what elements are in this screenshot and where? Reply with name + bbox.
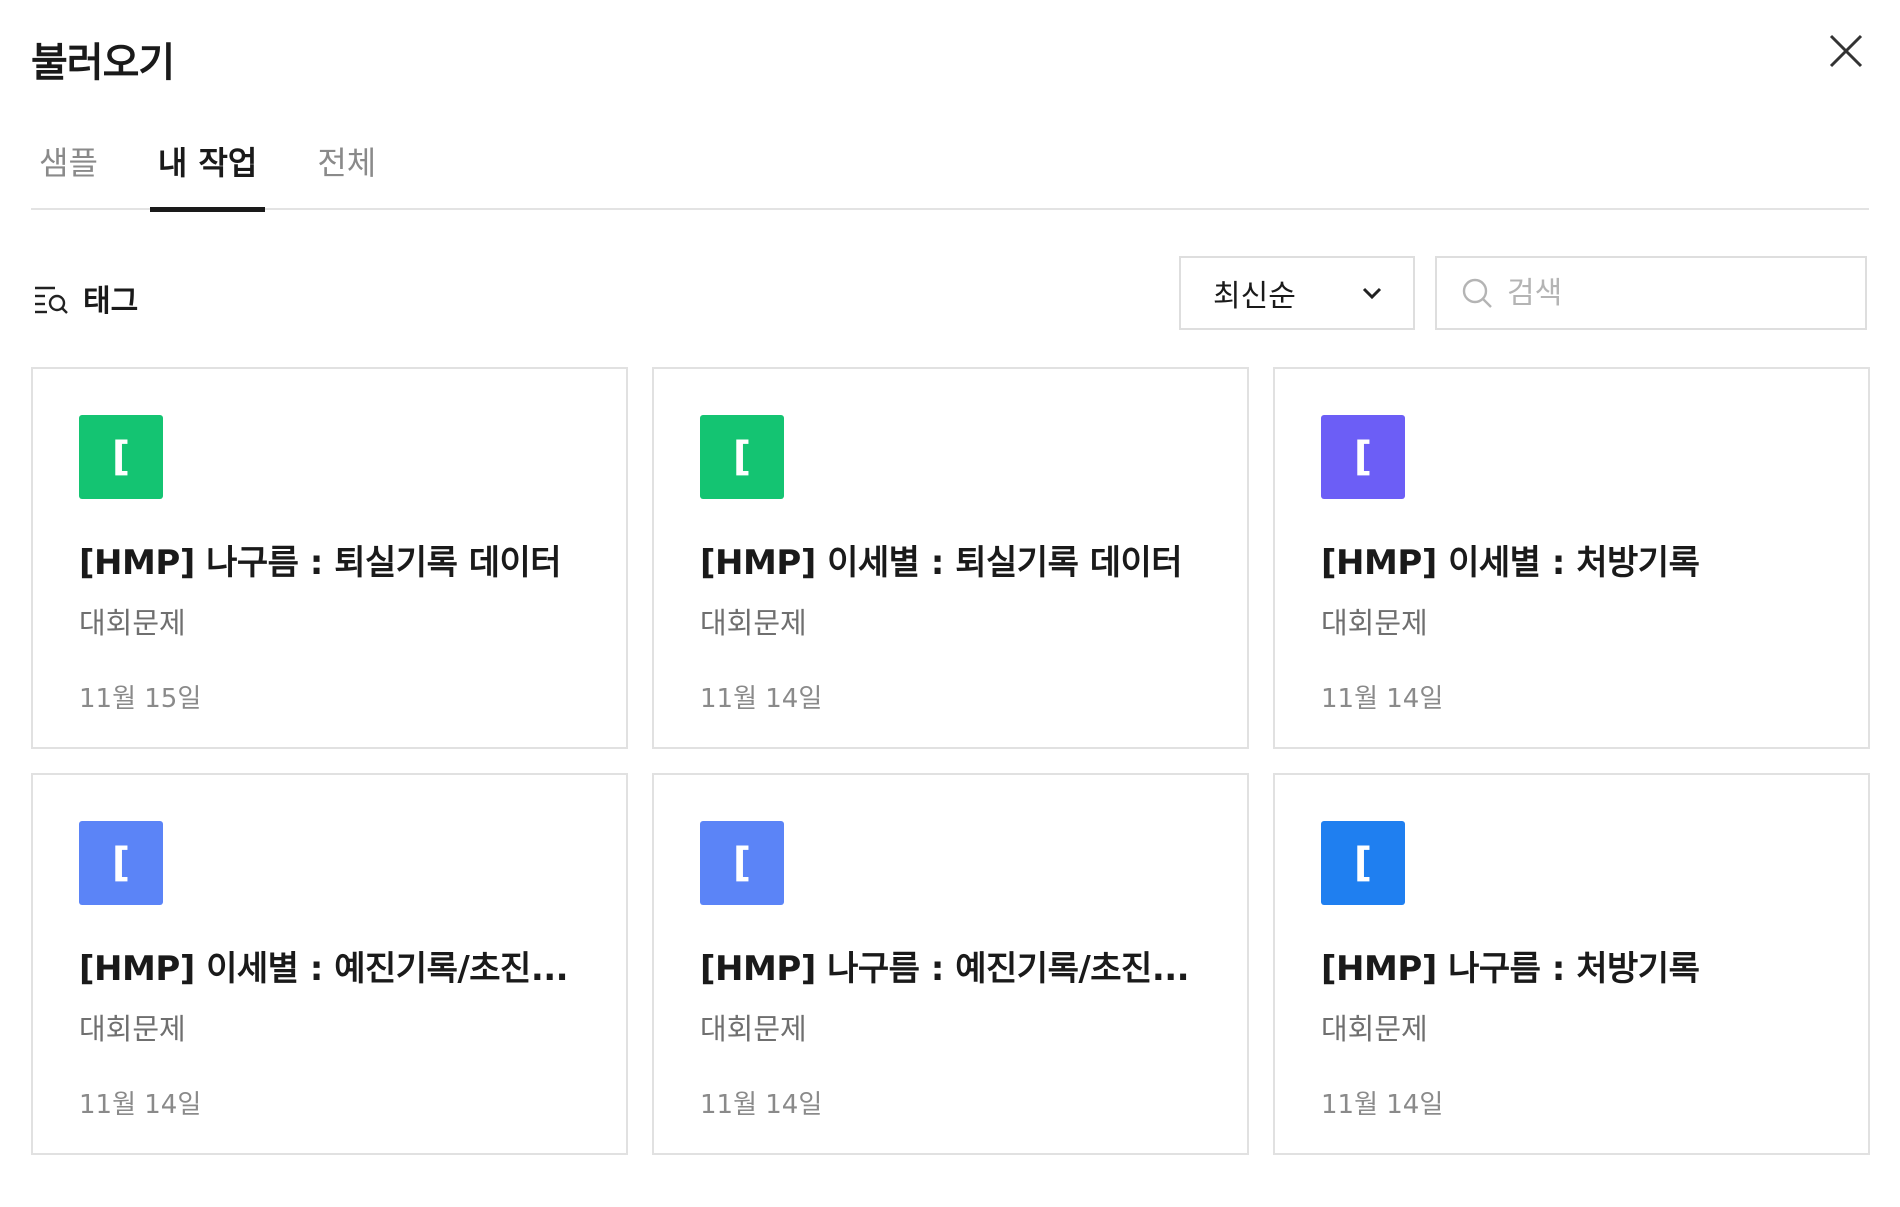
search-icon	[1462, 278, 1492, 308]
bracket-icon: [	[79, 415, 163, 499]
card-category: 대회문제	[79, 1012, 186, 1046]
bracket-icon: [	[700, 415, 784, 499]
bracket-icon: [	[1321, 415, 1405, 499]
search-box	[1435, 256, 1867, 330]
search-input[interactable]	[1507, 275, 1837, 311]
close-icon	[1829, 34, 1863, 68]
load-dialog: 불러오기 샘플 내 작업 전체 태그 최신순 검색 [[HMP] 나구름: …	[0, 0, 1900, 1207]
card-date: 11월 14일	[700, 684, 823, 714]
work-card-grid: [ [HMP] 나구름 : 퇴실기록 데이터 대회문제 11월 15일 [ [H…	[31, 367, 1870, 1155]
card-category: 대회문제	[700, 606, 807, 640]
card-category: 대회문제	[1321, 606, 1428, 640]
card-date: 11월 14일	[1321, 684, 1444, 714]
card-date: 11월 15일	[79, 684, 202, 714]
tag-filter-label: 태그	[83, 284, 139, 319]
work-card[interactable]: [ [HMP] 나구름 : 퇴실기록 데이터 대회문제 11월 15일	[31, 367, 628, 749]
card-title: [HMP] 이세별 : 처방기록	[1321, 543, 1700, 583]
work-card[interactable]: [ [HMP] 이세별 : 퇴실기록 데이터 대회문제 11월 14일	[652, 367, 1249, 749]
dialog-header: 불러오기	[31, 0, 1869, 110]
chevron-down-icon	[1362, 287, 1382, 300]
card-category: 대회문제	[79, 606, 186, 640]
tab-bar: 샘플 내 작업 전체	[31, 110, 1869, 212]
tab-all[interactable]: 전체	[309, 138, 384, 210]
card-date: 11월 14일	[700, 1090, 823, 1120]
card-category: 대회문제	[700, 1012, 807, 1046]
card-date: 11월 14일	[1321, 1090, 1444, 1120]
card-category: 대회문제	[1321, 1012, 1428, 1046]
card-title: [HMP] 나구름 : 퇴실기록 데이터	[79, 543, 562, 583]
work-card[interactable]: [ [HMP] 이세별 : 처방기록 대회문제 11월 14일	[1273, 367, 1870, 749]
tab-my-work[interactable]: 내 작업	[149, 138, 266, 212]
sort-select[interactable]: 최신순	[1179, 256, 1415, 330]
tag-filter-icon	[35, 286, 68, 314]
bracket-icon: [	[1321, 821, 1405, 905]
card-title: [HMP] 이세별 : 예진기록/초진...	[79, 949, 569, 989]
card-title: [HMP] 이세별 : 퇴실기록 데이터	[700, 543, 1183, 583]
work-card[interactable]: [ [HMP] 이세별 : 예진기록/초진... 대회문제 11월 14일	[31, 773, 628, 1155]
card-date: 11월 14일	[79, 1090, 202, 1120]
bracket-icon: [	[700, 821, 784, 905]
work-card[interactable]: [ [HMP] 나구름 : 예진기록/초진... 대회문제 11월 14일	[652, 773, 1249, 1155]
work-card[interactable]: [ [HMP] 나구름 : 처방기록 대회문제 11월 14일	[1273, 773, 1870, 1155]
card-title: [HMP] 나구름 : 처방기록	[1321, 949, 1700, 989]
close-button[interactable]	[1823, 28, 1869, 74]
sort-value: 최신순	[1213, 279, 1296, 314]
bracket-icon: [	[79, 821, 163, 905]
toolbar: 태그 최신순	[31, 210, 1869, 367]
tag-filter-button[interactable]: 태그	[33, 276, 138, 320]
card-title: [HMP] 나구름 : 예진기록/초진...	[700, 949, 1190, 989]
dialog-title: 불러오기	[31, 40, 175, 86]
tab-samples[interactable]: 샘플	[31, 138, 106, 210]
